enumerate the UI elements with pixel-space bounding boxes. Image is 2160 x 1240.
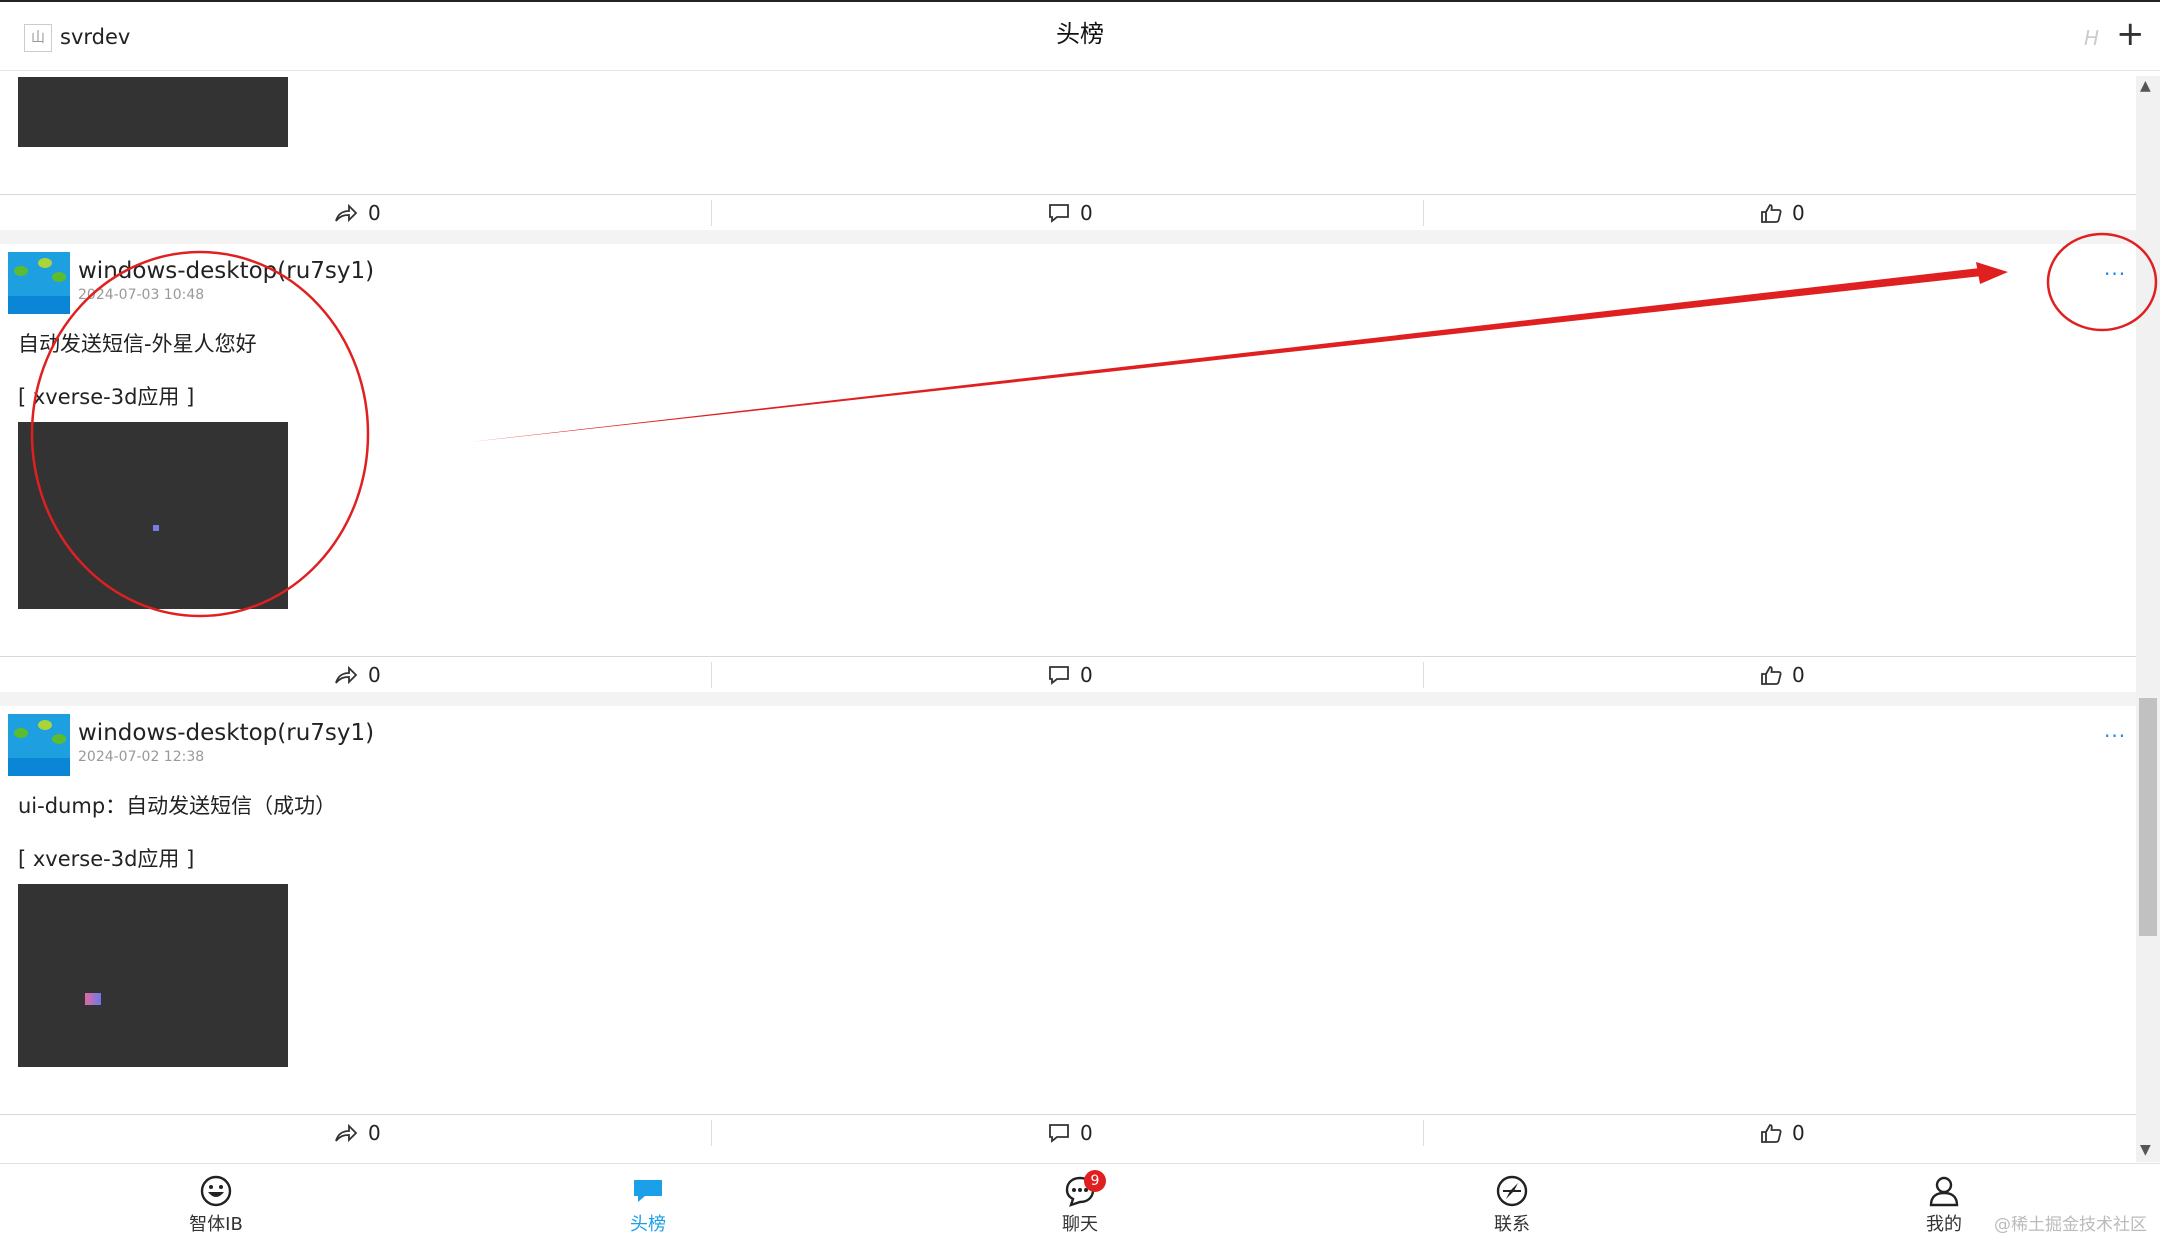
share-button[interactable]: 0 [334, 196, 381, 230]
action-separator [711, 662, 712, 688]
more-options-button[interactable]: ··· [2104, 262, 2126, 286]
comment-count: 0 [1080, 201, 1093, 225]
user-icon [1929, 1176, 1959, 1207]
watermark: @稀土掘金技术社区 [1994, 1215, 2147, 1235]
post-author[interactable]: windows-desktop(ru7sy1) [78, 256, 374, 286]
image-pixel [85, 993, 101, 1005]
more-options-button[interactable]: ··· [2104, 724, 2126, 748]
scroll-down-arrow-icon[interactable]: ▼ [2140, 1142, 2151, 1158]
tab-toubang[interactable]: 头榜 [588, 1174, 708, 1236]
page-title: 头榜 [1056, 20, 1104, 48]
annotation-arrowhead [1976, 262, 2008, 284]
comment-count: 0 [1080, 1121, 1093, 1145]
comment-button[interactable]: 0 [1048, 1116, 1093, 1150]
action-separator [1423, 662, 1424, 688]
comment-button[interactable]: 0 [1048, 196, 1093, 230]
comment-icon [1049, 204, 1069, 223]
action-separator [1423, 200, 1424, 226]
tab-me[interactable]: 我的 [1884, 1174, 2004, 1236]
post-timestamp: 2024-07-03 10:48 [78, 287, 205, 303]
avatar[interactable] [8, 252, 70, 314]
scroll-up-arrow-icon[interactable]: ▲ [2140, 78, 2151, 94]
smiley-icon [200, 1175, 232, 1207]
share-count: 0 [368, 201, 381, 225]
comment-icon [1049, 666, 1069, 685]
avatar[interactable] [8, 714, 70, 776]
comment-button[interactable]: 0 [1048, 658, 1093, 692]
comment-icon [1049, 1124, 1069, 1143]
tab-label: 聊天 [1062, 1214, 1098, 1235]
post-divider [0, 194, 2136, 195]
h-indicator: H [2084, 26, 2100, 50]
post-author[interactable]: windows-desktop(ru7sy1) [78, 718, 374, 748]
compass-icon [1496, 1175, 1528, 1207]
action-separator [711, 200, 712, 226]
post-divider [0, 1114, 2136, 1115]
post-app-tag[interactable]: [ xverse-3d应用 ] [18, 844, 194, 874]
like-count: 0 [1792, 663, 1805, 687]
like-count: 0 [1792, 201, 1805, 225]
chat-bubble-icon [634, 1180, 662, 1202]
like-count: 0 [1792, 1121, 1805, 1145]
tab-label: 联系 [1494, 1214, 1530, 1235]
share-count: 0 [368, 663, 381, 687]
post-gap [0, 692, 2136, 706]
unread-badge: 9 [1084, 1170, 1106, 1192]
share-count: 0 [368, 1121, 381, 1145]
thumbs-up-icon [1761, 204, 1782, 223]
post-image[interactable] [18, 77, 288, 147]
share-icon [335, 1123, 358, 1143]
post-image[interactable] [18, 884, 288, 1067]
tab-zhiti[interactable]: 智体IB [156, 1174, 276, 1236]
action-separator [711, 1120, 712, 1146]
share-button[interactable]: 0 [334, 658, 381, 692]
bottom-tab-bar: 智体IB 头榜 9 聊天 联系 我的 [0, 1163, 2160, 1240]
action-separator [1423, 1120, 1424, 1146]
post-content: ui-dump：自动发送短信（成功） [18, 794, 337, 818]
image-pixel [153, 525, 159, 531]
tab-label: 智体IB [189, 1214, 243, 1235]
post-app-tag[interactable]: [ xverse-3d应用 ] [18, 382, 194, 412]
plus-icon[interactable]: + [2116, 16, 2145, 52]
post-timestamp: 2024-07-02 12:38 [78, 749, 205, 765]
scrollbar-thumb[interactable] [2139, 698, 2157, 936]
tab-label: 头榜 [630, 1214, 666, 1235]
tab-label: 我的 [1926, 1214, 1962, 1235]
like-button[interactable]: 0 [1760, 1116, 1805, 1150]
tab-chat[interactable]: 9 聊天 [1020, 1170, 1140, 1236]
like-button[interactable]: 0 [1760, 658, 1805, 692]
share-button[interactable]: 0 [334, 1116, 381, 1150]
comment-count: 0 [1080, 663, 1093, 687]
post-gap [0, 230, 2136, 244]
annotation-overlay [30, 232, 2158, 618]
like-button[interactable]: 0 [1760, 196, 1805, 230]
thumbs-up-icon [1761, 1124, 1782, 1143]
share-icon [335, 203, 358, 223]
share-icon [335, 665, 358, 685]
annotation-arrow [470, 268, 1982, 442]
app-header: 山 svrdev 头榜 H + [0, 2, 2160, 71]
post-image[interactable] [18, 422, 288, 609]
tab-contacts[interactable]: 联系 [1452, 1174, 1572, 1236]
thumbs-up-icon [1761, 666, 1782, 685]
post-divider [0, 656, 2136, 657]
post-content: 自动发送短信-外星人您好 [18, 332, 257, 356]
vertical-scrollbar[interactable] [2136, 76, 2160, 1162]
